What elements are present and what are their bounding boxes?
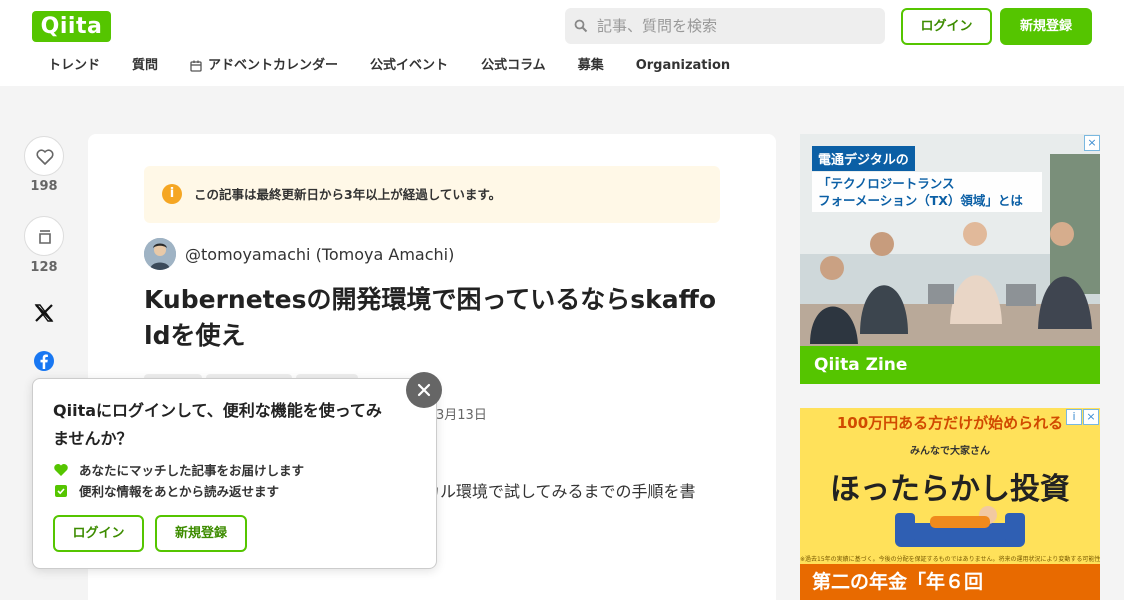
popup-feature-text: あなたにマッチした記事をお届けします bbox=[79, 463, 305, 478]
article-body-text: カル環境で試してみるまでの手順を書 bbox=[424, 482, 696, 501]
ad2-fine-print: ※過去15年の実績に基づく。今後の分配を保証するものではありません。将来の運用状… bbox=[800, 556, 1100, 563]
login-prompt-popup: Qiitaにログインして、便利な機能を使ってみませんか？ あなたにマッチした記事… bbox=[32, 378, 437, 569]
heart-icon bbox=[36, 149, 54, 165]
qiita-logo[interactable]: Qiita bbox=[32, 11, 111, 42]
popup-close-button[interactable] bbox=[406, 372, 442, 408]
popup-signup-button[interactable]: 新規登録 bbox=[155, 515, 247, 552]
ad1-label: 電通デジタルの bbox=[812, 146, 915, 171]
author-name[interactable]: @tomoyamachi (Tomoya Amachi) bbox=[185, 245, 454, 264]
nav-item-advent-calendar[interactable]: アドベントカレンダー bbox=[190, 52, 338, 80]
popup-title: Qiitaにログインして、便利な機能を使ってみませんか？ bbox=[53, 401, 382, 448]
outdated-notice-text: この記事は最終更新日から3年以上が経過しています。 bbox=[194, 187, 502, 202]
ad2-illustration bbox=[895, 506, 1025, 547]
popup-feature-text: 便利な情報をあとから読み返せます bbox=[79, 484, 280, 499]
nav-item-organization[interactable]: Organization bbox=[636, 52, 730, 80]
nav-item-official-columns[interactable]: 公式コラム bbox=[481, 52, 546, 80]
nav-item-questions[interactable]: 質問 bbox=[132, 52, 158, 80]
signup-button[interactable]: 新規登録 bbox=[1000, 8, 1092, 45]
site-header: Qiita 記事、質問を検索 ログイン 新規登録 トレンド 質問 アドベントカレ… bbox=[0, 0, 1124, 86]
ad-close-icon[interactable]: × bbox=[1083, 409, 1099, 425]
article-title: Kubernetesの開発環境で困っているならskaffoldを使え bbox=[144, 285, 717, 350]
avatar[interactable] bbox=[144, 238, 176, 270]
like-count: 198 bbox=[30, 179, 58, 194]
close-icon bbox=[417, 383, 431, 397]
heart-check-icon bbox=[54, 463, 68, 476]
search-box[interactable]: 記事、質問を検索 bbox=[565, 8, 885, 44]
main-nav: トレンド 質問 アドベントカレンダー 公式イベント 公式コラム 募集 Organ… bbox=[0, 52, 730, 80]
popup-feature: 便利な情報をあとから読み返せます bbox=[53, 481, 279, 500]
check-icon bbox=[55, 484, 67, 497]
stock-button[interactable] bbox=[24, 216, 64, 256]
search-placeholder: 記事、質問を検索 bbox=[597, 17, 718, 35]
ad1-headline-line: フォーメーション（TX）領域」とは bbox=[818, 193, 1023, 208]
nav-item-trend[interactable]: トレンド bbox=[48, 52, 100, 80]
outdated-notice: i この記事は最終更新日から3年以上が経過しています。 bbox=[144, 166, 720, 223]
ad1-headline-line: 「テクノロジートランス bbox=[818, 176, 955, 191]
nav-item-recruiting[interactable]: 募集 bbox=[578, 52, 604, 80]
sidebar-ad-minnade-ooyasan[interactable]: 100万円ある方だけが始められる みんなで大家さん ほったらかし投資 ※過去15… bbox=[800, 408, 1100, 600]
ad1-footer: Qiita Zine bbox=[800, 346, 1100, 384]
calendar-icon bbox=[190, 60, 202, 72]
sidebar-ad-dentsu[interactable]: 電通デジタルの 「テクノロジートランス フォーメーション（TX）領域」とは Qi… bbox=[800, 134, 1100, 384]
stock-icon bbox=[39, 230, 51, 244]
ad2-main: ほったらかし投資 bbox=[830, 472, 1070, 507]
ad-info-icon[interactable]: i bbox=[1066, 409, 1082, 425]
ad2-bottom: 第二の年金「年６回 bbox=[800, 564, 1100, 600]
stock-count: 128 bbox=[30, 260, 58, 275]
ad2-brand: みんなで大家さん bbox=[910, 446, 990, 457]
like-button[interactable] bbox=[24, 136, 64, 176]
popup-login-button[interactable]: ログイン bbox=[53, 515, 144, 552]
nav-item-advent-calendar-label: アドベントカレンダー bbox=[208, 58, 339, 73]
info-icon: i bbox=[162, 184, 182, 204]
article-author[interactable]: @tomoyamachi (Tomoya Amachi) bbox=[144, 238, 454, 270]
article-date: 3月13日 bbox=[436, 408, 487, 423]
x-logo-icon[interactable] bbox=[32, 301, 56, 325]
login-button[interactable]: ログイン bbox=[901, 8, 992, 45]
facebook-icon[interactable] bbox=[32, 349, 56, 373]
ad1-headline: 「テクノロジートランス フォーメーション（TX）領域」とは bbox=[812, 172, 1042, 212]
ad2-top: 100万円ある方だけが始められる bbox=[836, 414, 1064, 432]
nav-item-official-events[interactable]: 公式イベント bbox=[370, 52, 448, 80]
avatar-image bbox=[144, 238, 176, 270]
search-icon bbox=[574, 19, 588, 33]
ad-close-icon[interactable]: × bbox=[1084, 135, 1100, 151]
popup-feature: あなたにマッチした記事をお届けします bbox=[53, 460, 304, 479]
